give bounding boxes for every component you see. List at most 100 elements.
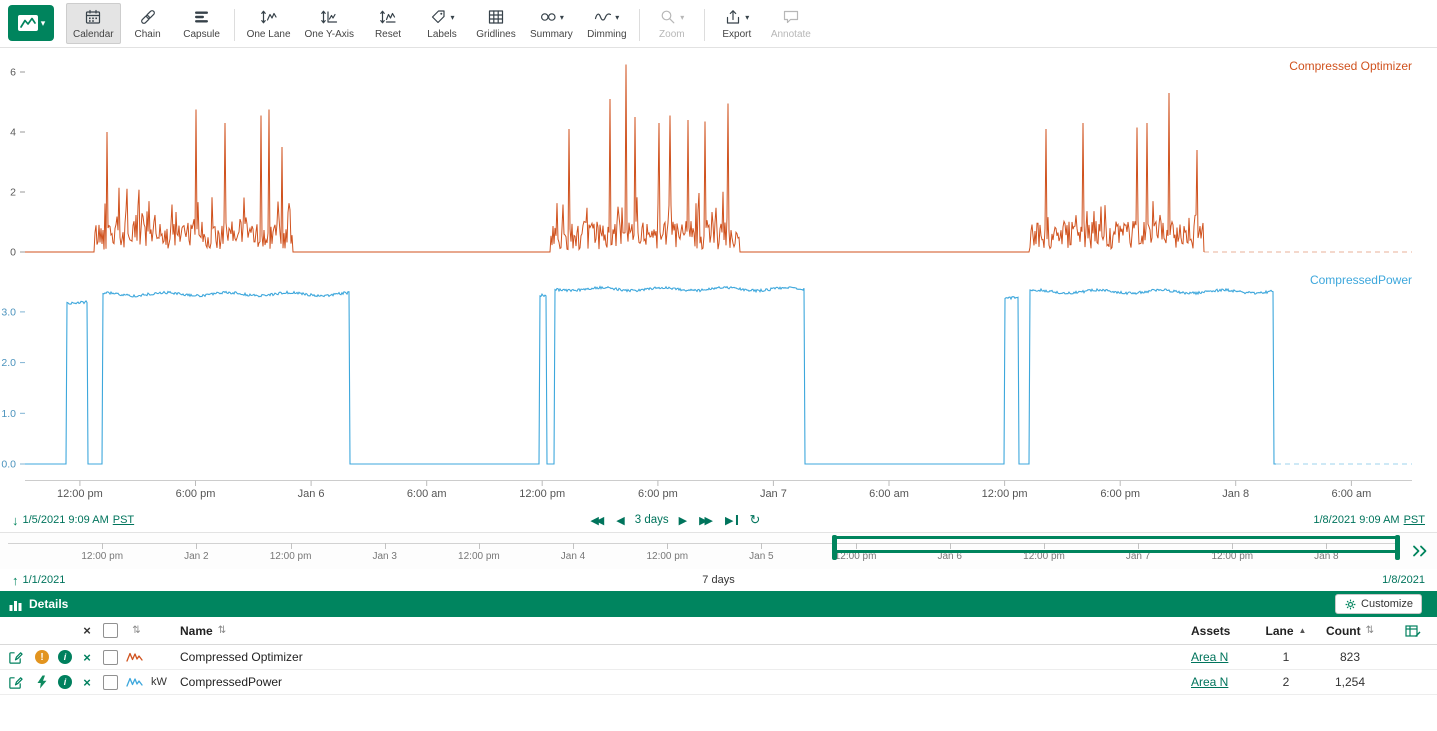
asset-link[interactable]: Area N	[1191, 650, 1228, 664]
timezone-link[interactable]: PST	[113, 514, 134, 526]
column-header-assets[interactable]: Assets	[1191, 624, 1230, 638]
summary-icon	[539, 9, 557, 25]
toolbar-button-zoom[interactable]: ▾ Zoom	[645, 3, 699, 44]
column-header-name[interactable]: Name	[180, 624, 213, 638]
overview-tick	[291, 543, 292, 549]
sort-count-icon[interactable]: ⇅	[1366, 625, 1374, 636]
info-icon[interactable]: i	[58, 675, 72, 689]
toolbar-button-dimming[interactable]: ▾ Dimming	[580, 3, 634, 44]
overview-tick-label: 12:00 pm	[458, 551, 500, 562]
trend-chart[interactable]: 12:00 pm6:00 pmJan 66:00 am12:00 pm6:00 …	[0, 48, 1437, 508]
svg-text:6:00 am: 6:00 am	[407, 488, 447, 500]
svg-text:0: 0	[10, 247, 16, 259]
edit-icon[interactable]	[8, 675, 23, 690]
gear-icon	[1344, 598, 1357, 611]
overview-duration[interactable]: 7 days	[702, 574, 734, 586]
arrow-down-icon[interactable]: ↓	[12, 513, 19, 528]
step-forward-full-button[interactable]: ▶▶	[699, 514, 713, 527]
column-header-lane[interactable]: Lane	[1266, 624, 1294, 638]
signal-name[interactable]: Compressed Optimizer	[172, 650, 1183, 664]
bolt-icon[interactable]	[36, 675, 48, 689]
toolbar-button-calendar[interactable]: Calendar	[66, 3, 121, 44]
svg-text:Jan 8: Jan 8	[1222, 488, 1249, 500]
svg-text:6:00 am: 6:00 am	[869, 488, 909, 500]
lane-value: 1	[1261, 650, 1311, 664]
signal-name[interactable]: CompressedPower	[172, 675, 1183, 689]
toolbar: ▾ Calendar Chain Capsule One Lane One Y-…	[0, 0, 1437, 48]
overview-tick-label: 12:00 pm	[270, 551, 312, 562]
timezone-link[interactable]: PST	[1404, 514, 1425, 526]
overview-tick-label: Jan 3	[372, 551, 396, 562]
dimming-icon	[594, 9, 612, 25]
toolbar-button-gridlines[interactable]: Gridlines	[469, 3, 523, 44]
svg-text:3.0: 3.0	[1, 306, 16, 318]
step-to-end-button[interactable]: ▶	[725, 514, 737, 527]
toolbar-button-one-lane[interactable]: One Lane	[240, 3, 298, 44]
overview-tick	[573, 543, 574, 549]
asset-link[interactable]: Area N	[1191, 675, 1228, 689]
remove-row-button[interactable]: ×	[76, 650, 98, 665]
details-row-compressedpower[interactable]: i × kW CompressedPower Area N 2 1,254	[0, 670, 1437, 695]
overview-tick-label: 12:00 pm	[81, 551, 123, 562]
details-title: Details	[29, 597, 68, 611]
signal-unit: kW	[146, 676, 172, 688]
step-back-button[interactable]: ◀	[616, 514, 624, 527]
arrow-up-icon: ↑	[12, 573, 19, 588]
refresh-icon[interactable]: ↻	[749, 512, 760, 528]
duration-label[interactable]: 3 days	[635, 514, 669, 526]
warning-icon[interactable]: !	[35, 650, 49, 664]
remove-row-button[interactable]: ×	[76, 675, 98, 690]
overview-selection-brackets[interactable]	[834, 536, 1398, 553]
sort-lane-asc-icon[interactable]: ▲	[1299, 626, 1307, 635]
step-to-end-glyph: ▶	[725, 515, 733, 527]
details-table-header: × ⇅ Name ⇅ Assets Lane ▲ Count ⇅	[0, 617, 1437, 645]
display-range-bar: ↓ 1/5/2021 9:09 AM PST ◀◀ ◀ 3 days ▶ ▶▶ …	[0, 508, 1437, 532]
toolbar-button-label: Summary	[530, 29, 573, 40]
toolbar-button-annotate[interactable]: Annotate	[764, 3, 818, 44]
select-all-checkbox[interactable]	[103, 623, 118, 638]
column-header-count[interactable]: Count	[1326, 624, 1361, 638]
count-value: 1,254	[1311, 675, 1389, 689]
signal-color-icon	[126, 651, 143, 663]
svg-text:6:00 pm: 6:00 pm	[176, 488, 216, 500]
view-selector-button[interactable]: ▾	[8, 5, 54, 41]
svg-text:6:00 pm: 6:00 pm	[638, 488, 678, 500]
toolbar-button-label: Capsule	[183, 29, 220, 40]
remove-all-button[interactable]: ×	[76, 623, 98, 638]
toolbar-button-label: One Lane	[247, 29, 291, 40]
toolbar-button-label: Reset	[375, 29, 401, 40]
trend-view-icon	[17, 14, 39, 32]
auto-update-icon[interactable]	[1412, 544, 1430, 558]
toolbar-button-export[interactable]: ▾ Export	[710, 3, 764, 44]
toolbar-button-summary[interactable]: ▾ Summary	[523, 3, 580, 44]
details-row-compressed-optimizer[interactable]: ! i × Compressed Optimizer Area N 1 823	[0, 645, 1437, 670]
toolbar-button-labels[interactable]: ▾ Labels	[415, 3, 469, 44]
sort-name-icon[interactable]: ⇅	[218, 625, 226, 636]
customize-button[interactable]: Customize	[1335, 594, 1422, 614]
step-forward-button[interactable]: ▶	[679, 514, 687, 527]
toolbar-button-label: Dimming	[587, 29, 626, 40]
sort-type-icon[interactable]: ⇅	[127, 625, 146, 636]
toolbar-button-one-y-axis[interactable]: One Y-Axis	[298, 3, 361, 44]
table-settings-icon[interactable]	[1405, 624, 1421, 638]
overview-tick	[479, 543, 480, 549]
edit-icon[interactable]	[8, 650, 23, 665]
row-checkbox[interactable]	[103, 675, 118, 690]
chart-canvas: 12:00 pm6:00 pmJan 66:00 am12:00 pm6:00 …	[0, 48, 1437, 503]
toolbar-button-capsule[interactable]: Capsule	[175, 3, 229, 44]
step-back-full-button[interactable]: ◀◀	[590, 514, 604, 527]
info-icon[interactable]: i	[58, 650, 72, 664]
toolbar-button-reset[interactable]: Reset	[361, 3, 415, 44]
display-end-date[interactable]: 1/8/2021 9:09 AM	[1313, 514, 1399, 526]
svg-text:4: 4	[10, 127, 16, 139]
end-bar-glyph	[735, 515, 737, 525]
overview-tick-label: 12:00 pm	[646, 551, 688, 562]
toolbar-button-chain[interactable]: Chain	[121, 3, 175, 44]
display-start-date[interactable]: 1/5/2021 9:09 AM	[23, 514, 109, 526]
overview-timeline[interactable]: 12:00 pmJan 212:00 pmJan 312:00 pmJan 41…	[0, 532, 1437, 569]
overview-end-date: 1/8/2021	[1382, 574, 1425, 586]
one-y-axis-icon	[320, 9, 338, 25]
caret-down-icon: ▾	[451, 13, 455, 22]
export-icon	[724, 9, 742, 25]
row-checkbox[interactable]	[103, 650, 118, 665]
